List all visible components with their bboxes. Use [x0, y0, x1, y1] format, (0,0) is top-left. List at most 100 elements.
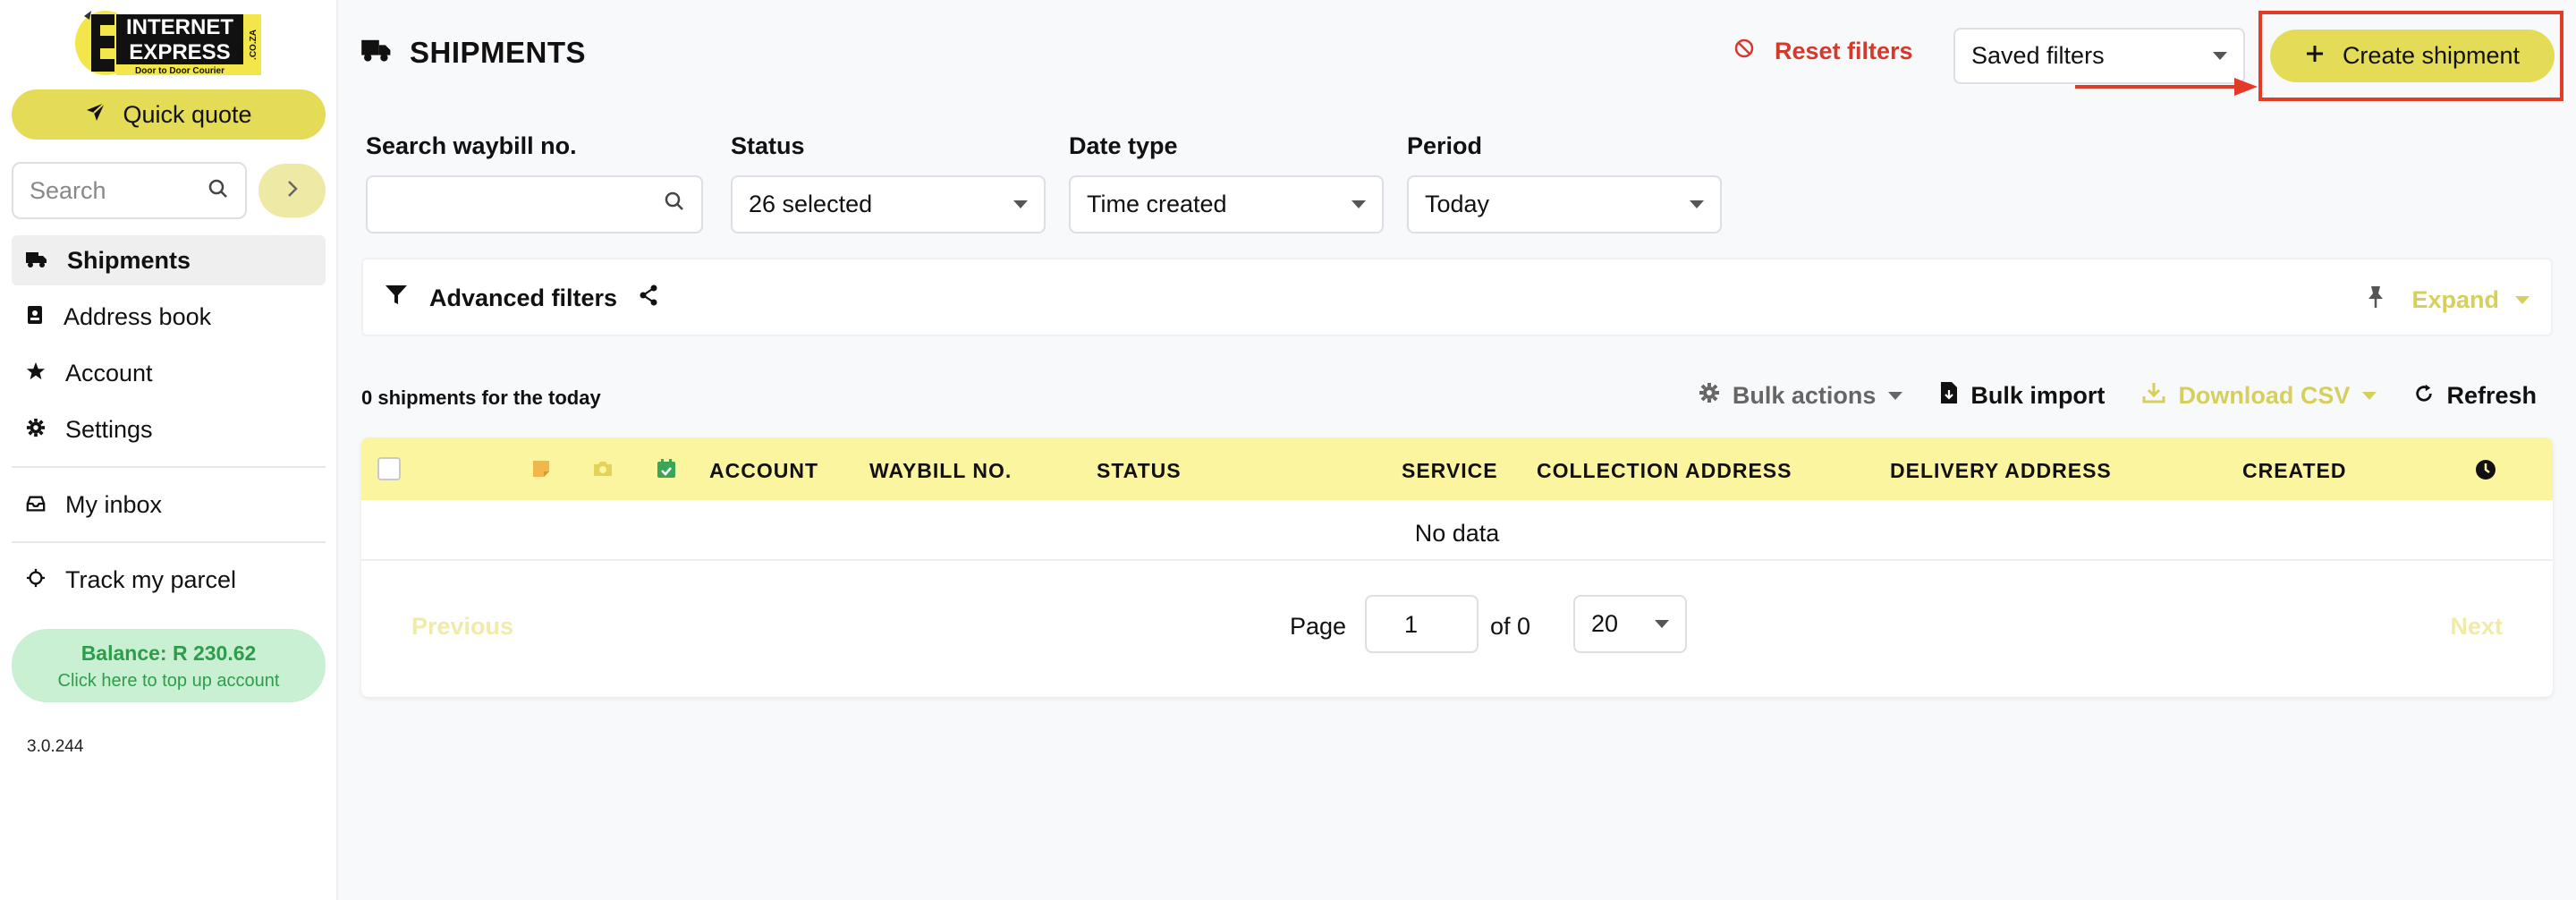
column-header-created[interactable]: CREATED [2242, 459, 2346, 483]
nav-divider [12, 541, 326, 543]
date-type-label: Date type [1069, 132, 1178, 159]
quick-quote-button[interactable]: Quick quote [12, 89, 326, 140]
inbox-icon [26, 491, 46, 519]
balance-amount: Balance: R 230.62 [80, 641, 257, 665]
table-toolbar: Bulk actions Bulk import Download CSV Re… [1699, 381, 2537, 411]
chevron-right-icon [284, 179, 301, 203]
period-select[interactable]: Today [1407, 175, 1722, 233]
previous-page-button[interactable]: Previous [411, 613, 513, 641]
send-icon [85, 101, 106, 129]
logo-line1: INTERNET [126, 15, 233, 39]
page-label: Page [1290, 613, 1347, 640]
page-size-select[interactable]: 20 [1573, 595, 1687, 653]
waybill-search-input[interactable] [366, 175, 703, 233]
sidebar-item-label: Address book [64, 302, 212, 330]
column-header-account[interactable]: ACCOUNT [709, 459, 818, 483]
expand-label: Expand [2411, 286, 2499, 313]
address-book-icon [26, 303, 44, 331]
column-header-collection-address[interactable]: COLLECTION ADDRESS [1537, 459, 1792, 483]
plus-icon [2305, 42, 2325, 70]
next-page-button[interactable]: Next [2450, 613, 2503, 641]
bulk-import-label: Bulk import [1970, 382, 2106, 409]
caret-down-icon [1655, 620, 1669, 628]
bulk-actions-label: Bulk actions [1732, 382, 1877, 409]
create-shipment-label: Create shipment [2342, 42, 2521, 69]
caret-down-icon [1352, 200, 1366, 208]
empty-state: No data [361, 500, 2553, 561]
truck-icon [26, 247, 47, 275]
period-value: Today [1425, 191, 1490, 217]
advanced-filters-label: Advanced filters [429, 284, 618, 311]
crosshair-icon [26, 566, 46, 594]
sidebar-item-label: Settings [65, 415, 153, 443]
advanced-filters-panel: Advanced filters Expand [361, 258, 2553, 336]
sidebar-item-label: My inbox [65, 490, 163, 518]
search-icon [664, 191, 685, 218]
status-filter-value: 26 selected [749, 191, 873, 217]
logo-side: .CO.ZA [249, 30, 258, 60]
file-import-icon [1940, 381, 1958, 411]
download-csv-label: Download CSV [2178, 382, 2351, 409]
note-icon[interactable] [532, 460, 550, 482]
pin-icon[interactable] [2367, 284, 2385, 316]
sidebar-item-label: Shipments [67, 246, 191, 274]
camera-icon[interactable] [592, 460, 614, 482]
expand-sidebar-button[interactable] [258, 164, 326, 217]
quick-quote-label: Quick quote [123, 100, 252, 128]
logo-line2: EXPRESS [129, 40, 230, 64]
search-icon [208, 178, 229, 204]
search-input[interactable] [30, 176, 191, 205]
date-type-value: Time created [1087, 191, 1227, 217]
share-icon[interactable] [639, 284, 658, 312]
logo-tagline: Door to Door Courier [135, 66, 225, 76]
sidebar-item-account[interactable]: Account [12, 348, 326, 398]
sidebar-item-label: Track my parcel [65, 565, 237, 593]
bulk-actions-button[interactable]: Bulk actions [1699, 382, 1903, 410]
sidebar-item-address-book[interactable]: Address book [12, 292, 326, 342]
period-label: Period [1407, 132, 1483, 159]
sidebar-item-inbox[interactable]: My inbox [12, 480, 326, 530]
clock-icon[interactable] [2475, 459, 2496, 485]
gear-icon [1699, 382, 1720, 410]
truck-icon [361, 36, 392, 70]
annotation-arrow [2075, 78, 2258, 96]
caret-down-icon [2515, 296, 2529, 304]
column-header-service[interactable]: SERVICE [1402, 459, 1498, 483]
sidebar-item-settings[interactable]: Settings [12, 404, 326, 454]
sidebar-item-shipments[interactable]: Shipments [12, 235, 326, 285]
gear-icon [26, 416, 46, 444]
select-all-checkbox[interactable] [377, 457, 401, 480]
date-type-select[interactable]: Time created [1069, 175, 1384, 233]
advanced-filters-header[interactable]: Advanced filters [385, 284, 658, 312]
sidebar-search[interactable] [12, 162, 247, 219]
page-size-value: 20 [1591, 610, 1619, 637]
column-header-status[interactable]: STATUS [1097, 459, 1182, 483]
caret-down-icon [2362, 392, 2377, 400]
balance-hint: Click here to top up account [57, 671, 280, 691]
download-csv-button[interactable]: Download CSV [2142, 381, 2377, 411]
balance-topup-button[interactable]: Balance: R 230.62 Click here to top up a… [12, 629, 326, 702]
refresh-button[interactable]: Refresh [2414, 382, 2537, 410]
reset-filters-button[interactable]: Reset filters [1733, 38, 1913, 65]
download-icon [2142, 381, 2165, 411]
sidebar-item-track[interactable]: Track my parcel [12, 555, 326, 605]
expand-button[interactable]: Expand [2411, 286, 2529, 314]
create-shipment-button[interactable]: Create shipment [2270, 30, 2555, 82]
star-icon [26, 360, 46, 387]
caret-down-icon [2213, 52, 2227, 60]
internet-express-logo[interactable]: INTERNET EXPRESS Door to Door Courier .C… [72, 7, 263, 79]
page-title: SHIPMENTS [361, 36, 586, 70]
filter-icon [385, 284, 408, 312]
advanced-filters-actions: Expand [2367, 284, 2529, 316]
caret-down-icon [1690, 200, 1704, 208]
bulk-import-button[interactable]: Bulk import [1940, 381, 2105, 411]
calendar-check-icon[interactable] [657, 459, 676, 483]
page-title-text: SHIPMENTS [410, 36, 587, 69]
status-filter-label: Status [731, 132, 805, 159]
status-filter-select[interactable]: 26 selected [731, 175, 1046, 233]
column-header-delivery-address[interactable]: DELIVERY ADDRESS [1890, 459, 2112, 483]
reset-filters-label: Reset filters [1775, 38, 1913, 64]
column-header-waybill[interactable]: WAYBILL NO. [869, 459, 1012, 483]
refresh-icon [2414, 382, 2434, 410]
page-number-input[interactable]: 1 [1365, 595, 1479, 653]
